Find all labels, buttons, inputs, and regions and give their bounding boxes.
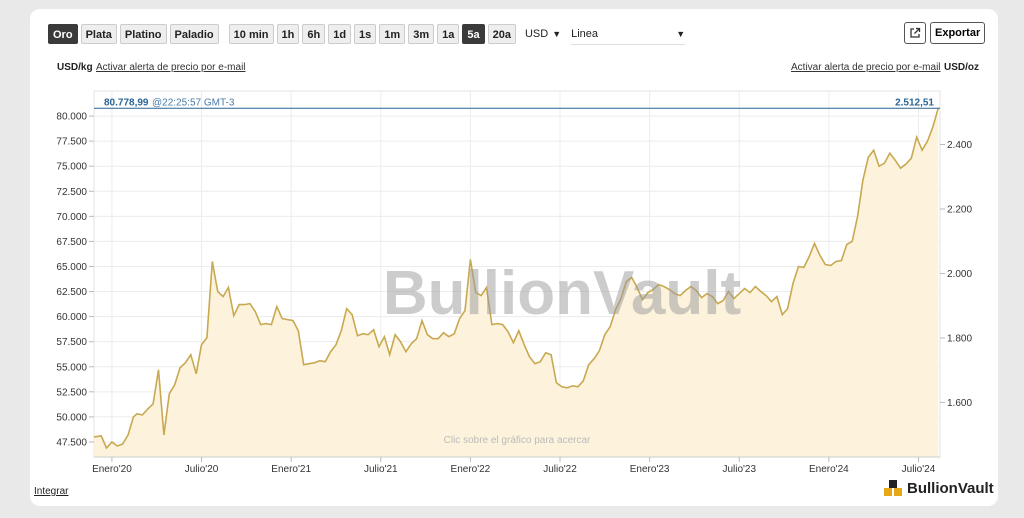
- left-tick-label: 70.000: [56, 212, 87, 223]
- logo-text: BullionVault: [907, 479, 994, 497]
- right-tick-label: 1.800: [947, 333, 972, 344]
- left-tick-label: 80.000: [56, 112, 87, 123]
- left-tick-label: 57.500: [56, 337, 87, 348]
- left-axis: 80.000 77.500 75.000 72.500 70.000 67.500 65.0…: [56, 112, 94, 448]
- gold-bars-icon: [883, 479, 903, 497]
- current-price-left: 80.778,99: [104, 97, 149, 108]
- x-tick-label: Julio'21: [364, 464, 398, 475]
- right-tick-label: 1.600: [947, 398, 972, 409]
- integrar-link[interactable]: Integrar: [34, 486, 68, 497]
- bullionvault-logo[interactable]: BullionVault: [883, 479, 994, 497]
- right-tick-label: 2.400: [947, 140, 972, 151]
- current-price-time: @22:25:57 GMT-3: [152, 97, 235, 108]
- left-tick-label: 77.500: [56, 137, 87, 148]
- current-price-right: 2.512,51: [895, 97, 934, 108]
- price-chart[interactable]: BullionVault Clic sobre el gráfico para …: [30, 9, 998, 479]
- left-tick-label: 67.500: [56, 237, 87, 248]
- left-tick-label: 52.500: [56, 387, 87, 398]
- x-tick-label: Enero'20: [92, 464, 132, 475]
- right-tick-label: 2.000: [947, 269, 972, 280]
- right-tick-label: 2.200: [947, 204, 972, 215]
- x-tick-label: Julio'23: [722, 464, 756, 475]
- x-tick-label: Enero'24: [809, 464, 849, 475]
- watermark: BullionVault: [383, 259, 741, 328]
- x-tick-label: Julio'24: [902, 464, 936, 475]
- x-tick-label: Enero'22: [451, 464, 491, 475]
- left-tick-label: 62.500: [56, 287, 87, 298]
- left-tick-label: 65.000: [56, 262, 87, 273]
- x-tick-label: Enero'21: [271, 464, 311, 475]
- left-tick-label: 72.500: [56, 187, 87, 198]
- x-axis: Enero'20 Julio'20 Enero'21 Julio'21 Enero'22…: [92, 456, 940, 475]
- zoom-hint: Clic sobre el gráfico para acercar: [444, 435, 591, 446]
- left-tick-label: 75.000: [56, 162, 87, 173]
- x-tick-label: Julio'22: [543, 464, 577, 475]
- left-tick-label: 47.500: [56, 437, 87, 448]
- x-tick-label: Julio'20: [185, 464, 219, 475]
- x-tick-label: Enero'23: [630, 464, 670, 475]
- left-tick-label: 60.000: [56, 312, 87, 323]
- left-tick-label: 55.000: [56, 362, 87, 373]
- left-tick-label: 50.000: [56, 412, 87, 423]
- right-axis: 2.400 2.200 2.000 1.800 1.600: [940, 140, 972, 409]
- chart-card: Oro Plata Platino Paladio 10 min 1h 6h 1…: [30, 9, 998, 506]
